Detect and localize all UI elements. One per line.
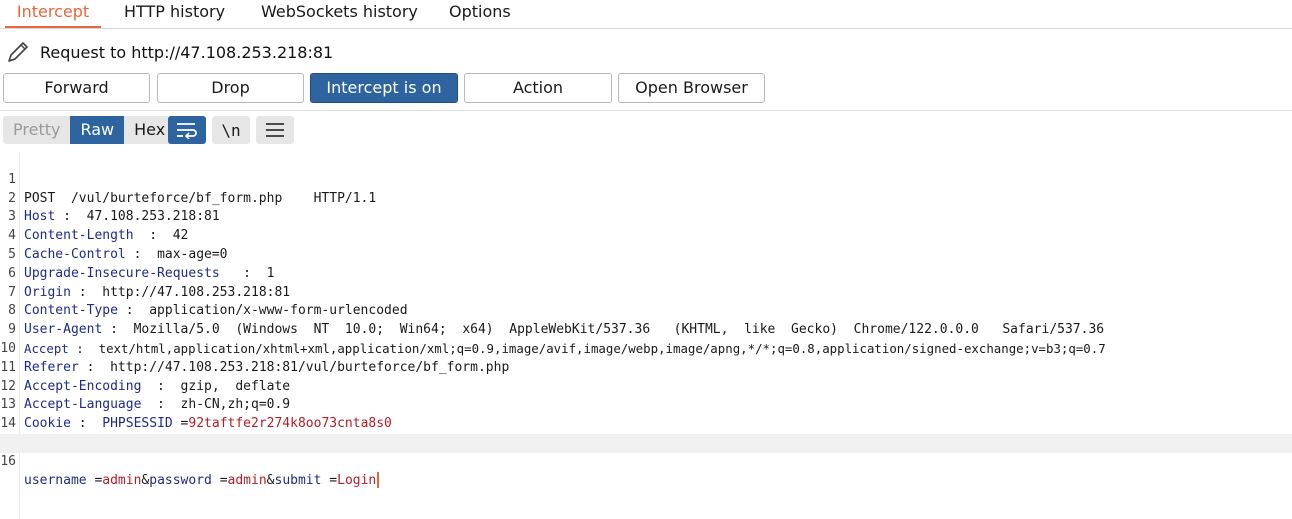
tab-http-history[interactable]: HTTP history [124, 0, 225, 28]
action-button[interactable]: Action [464, 73, 612, 103]
wrap-lines-button[interactable] [168, 116, 206, 144]
header-line: 5 Upgrade-Insecure-Requests : 1 [0, 227, 1292, 281]
param-equals: = [86, 472, 103, 488]
toolbar-divider [0, 110, 1292, 111]
header-line: 7 Content-Type : application/x-www-form-… [0, 265, 1292, 319]
param-value-username: admin [102, 472, 142, 488]
line-number: 16 [0, 453, 16, 469]
header-line: 14 Connection : close [0, 396, 1292, 450]
param-value-password: admin [227, 472, 267, 488]
body-line[interactable]: 16 username =admin&password =admin&submi… [0, 433, 1292, 489]
request-title-bar: Request to http://47.108.253.218:81 [6, 40, 333, 64]
request-line: 1 POST /vul/burteforce/bf_form.php HTTP/… [0, 152, 1292, 206]
header-line: 9 Accept : text/html,application/xhtml+x… [0, 302, 1292, 356]
pencil-icon [8, 42, 28, 62]
header-line: 8 User-Agent : Mozilla/5.0 (Windows NT 1… [0, 284, 1292, 337]
cookie-line: 13 Cookie : PHPSESSID =92taftfe2r274k8oo… [0, 378, 1292, 431]
tab-intercept[interactable]: Intercept [5, 0, 101, 28]
top-tabs: Intercept HTTP history WebSockets histor… [0, 0, 1292, 29]
raw-request-editor[interactable]: 1 POST /vul/burteforce/bf_form.php HTTP/… [0, 152, 1292, 519]
menu-icon [266, 123, 284, 137]
drop-button[interactable]: Drop [157, 73, 304, 103]
header-line: 6 Origin : http://47.108.253.218:81 [0, 246, 1292, 300]
tab-options[interactable]: Options [449, 0, 511, 28]
header-line: 12 Accept-Language : zh-CN,zh;q=0.9 [0, 359, 1292, 413]
header-line: 4 Cache-Control : max-age=0 [0, 208, 1292, 262]
view-mode-raw[interactable]: Raw [70, 116, 125, 144]
forward-button[interactable]: Forward [3, 73, 150, 103]
editor-menu-button[interactable] [256, 116, 294, 144]
param-name-username: username [24, 472, 87, 488]
param-equals: = [321, 472, 338, 488]
param-value-submit: Login [337, 472, 377, 488]
header-line: 10 Referer : http://47.108.253.218:81/vu… [0, 321, 1292, 375]
view-mode-selector: Pretty Raw Hex [3, 116, 176, 144]
header-line: 11 Accept-Encoding : gzip, deflate [0, 340, 1292, 394]
param-name-password: password [149, 472, 212, 488]
blank-line: 15 [0, 415, 1292, 450]
request-lines: 1 POST /vul/burteforce/bf_form.php HTTP/… [0, 152, 1292, 489]
wrap-lines-icon [177, 123, 197, 139]
header-line: 2 Host : 47.108.253.218:81 [0, 171, 1292, 225]
tab-websockets-history[interactable]: WebSockets history [261, 0, 418, 28]
show-newlines-button[interactable]: \n [212, 116, 250, 144]
header-line: 3 Content-Length : 42 [0, 190, 1292, 243]
param-name-submit: submit [274, 472, 322, 488]
open-browser-button[interactable]: Open Browser [618, 73, 765, 103]
newline-icon: \n [221, 120, 241, 140]
param-equals: = [211, 472, 228, 488]
param-ampersand: & [266, 472, 275, 488]
view-mode-pretty[interactable]: Pretty [3, 116, 71, 144]
text-caret [377, 472, 380, 489]
intercept-toggle-button[interactable]: Intercept is on [310, 73, 458, 103]
request-target-label: Request to http://47.108.253.218:81 [40, 42, 334, 62]
